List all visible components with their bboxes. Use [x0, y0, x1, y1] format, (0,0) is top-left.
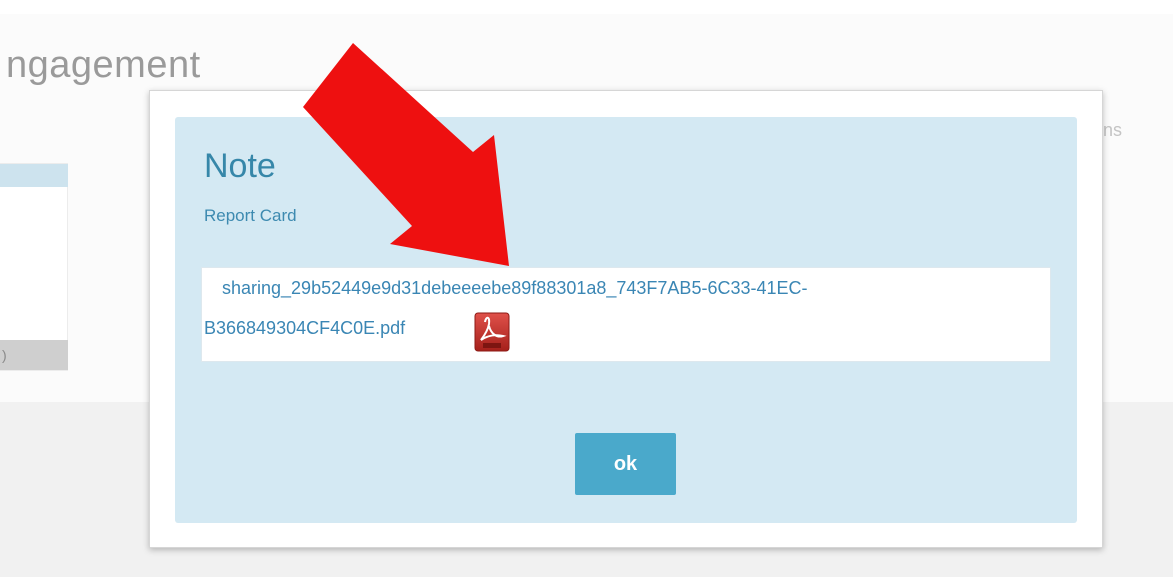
background-left-panel: ) [0, 163, 68, 371]
background-page-title: ngagement [6, 44, 201, 86]
page: ngagement ns ) Note Report Card sharing_… [0, 0, 1173, 577]
note-modal: Note Report Card sharing_29b52449e9d31de… [149, 90, 1103, 548]
background-panel-header [0, 164, 68, 187]
background-panel-button: ) [0, 340, 68, 370]
note-subtitle: Report Card [204, 206, 297, 225]
attachment-link-line-2[interactable]: B366849304CF4C0E.pdf [204, 318, 405, 339]
background-header [0, 0, 1173, 14]
background-right-text: ns [1103, 120, 1123, 140]
note-panel: Note Report Card sharing_29b52449e9d31de… [175, 117, 1077, 523]
pdf-file-icon[interactable] [473, 312, 511, 352]
attachment-box: sharing_29b52449e9d31debeeeebe89f88301a8… [201, 267, 1051, 362]
ok-button[interactable]: ok [575, 433, 676, 495]
attachment-link-line-1[interactable]: sharing_29b52449e9d31debeeeebe89f88301a8… [222, 278, 808, 299]
note-title: Note [204, 147, 276, 185]
